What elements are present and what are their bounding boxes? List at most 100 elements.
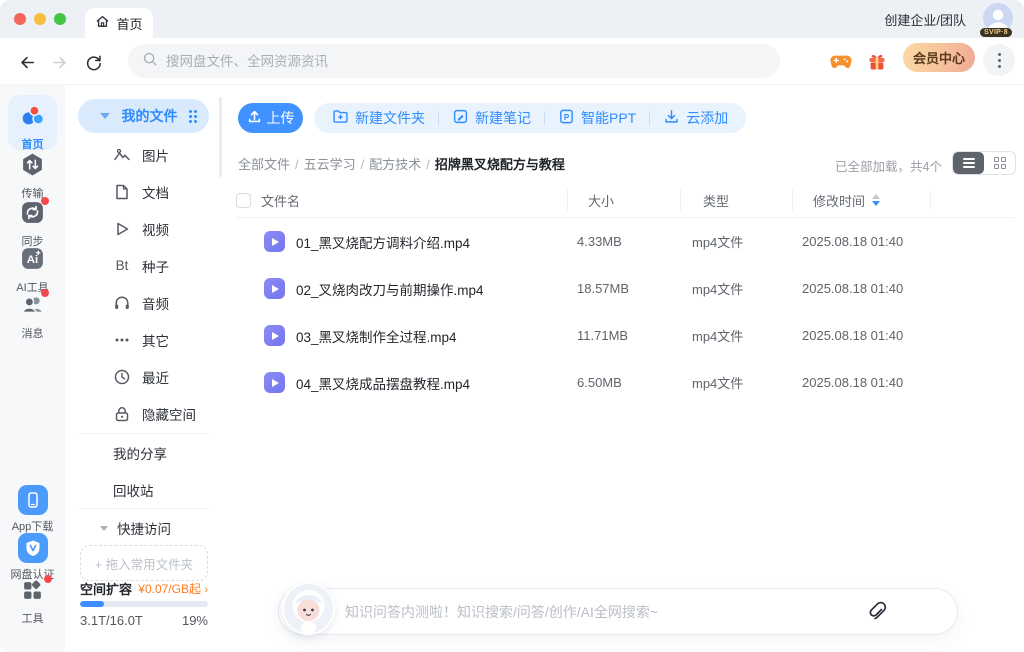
table-row[interactable]: 01_黑叉烧配方调料介绍.mp4 4.33MB mp4文件 2025.08.18… — [236, 218, 1014, 265]
close-window-button[interactable] — [14, 13, 26, 25]
member-center-button[interactable]: 会员中心 — [903, 43, 975, 72]
rail-item-home-label: 首页 — [8, 136, 57, 152]
my-files-header[interactable]: 我的文件 — [78, 99, 209, 133]
ai-chat-bar[interactable] — [278, 588, 958, 635]
column-header-empty — [930, 182, 1014, 218]
sidebar-item-label: 隐藏空间 — [142, 404, 196, 424]
sidebar-item-audio[interactable]: 音频 — [65, 284, 222, 321]
breadcrumb-separator: / — [361, 157, 365, 172]
table-row[interactable]: 03_黑叉烧制作全过程.mp4 11.71MB mp4文件 2025.08.18… — [236, 312, 1014, 359]
sidebar-item-label: 最近 — [142, 367, 169, 387]
column-header-time[interactable]: 修改时间 — [813, 191, 865, 210]
rail-item-home[interactable]: 首页 — [8, 95, 57, 150]
divider — [649, 111, 650, 125]
minimize-window-button[interactable] — [34, 13, 46, 25]
search-input[interactable] — [166, 54, 766, 69]
storage-progress-bar — [80, 601, 208, 607]
breadcrumb-part[interactable]: 全部文件 — [238, 157, 290, 172]
new-folder-button[interactable]: 新建文件夹 — [332, 108, 425, 128]
column-header-type[interactable]: 类型 — [703, 191, 729, 210]
files-sidebar: 我的文件 图片 文档 视频 Bt 种子 音频 — [65, 85, 222, 652]
table-row[interactable]: 02_叉烧肉改刀与前期操作.mp4 18.57MB mp4文件 2025.08.… — [236, 265, 1014, 312]
column-header-size[interactable]: 大小 — [588, 191, 614, 210]
search-bar[interactable] — [128, 44, 780, 78]
new-note-button[interactable]: 新建笔记 — [452, 108, 531, 128]
rail-item-certification[interactable]: 网盘认证 — [0, 533, 65, 582]
new-folder-label: 新建文件夹 — [355, 108, 425, 128]
sidebar-item-label: 文档 — [142, 182, 169, 202]
quick-access-header[interactable]: 快捷访问 — [65, 509, 222, 547]
cloud-add-button[interactable]: 云添加 — [663, 108, 728, 128]
more-menu-icon[interactable] — [983, 44, 1015, 76]
tools-notification-dot — [44, 575, 52, 583]
rail-item-app-download-label: App下载 — [0, 518, 65, 534]
ai-chat-input[interactable] — [345, 604, 907, 620]
refresh-icon[interactable] — [82, 51, 104, 73]
file-name: 04_黑叉烧成品摆盘教程.mp4 — [296, 373, 470, 393]
breadcrumb-part[interactable]: 配方技术 — [369, 157, 421, 172]
my-shares-label: 我的分享 — [113, 443, 167, 463]
cloud-download-icon — [663, 108, 680, 128]
back-icon[interactable] — [16, 51, 38, 73]
sidebar-item-torrents[interactable]: Bt 种子 — [65, 247, 222, 284]
breadcrumb-part[interactable]: 五云学习 — [304, 157, 356, 172]
sidebar-item-videos[interactable]: 视频 — [65, 210, 222, 247]
column-header-name[interactable]: 文件名 — [261, 191, 300, 210]
maximize-window-button[interactable] — [54, 13, 66, 25]
sidebar-item-recent[interactable]: 最近 — [65, 358, 222, 395]
sidebar-item-documents[interactable]: 文档 — [65, 173, 222, 210]
storage-expand-price-link[interactable]: ¥0.07/GB起 › — [138, 580, 208, 597]
list-view-button[interactable] — [953, 152, 984, 174]
grid-view-button[interactable] — [984, 152, 1015, 174]
messages-icon — [20, 292, 45, 322]
bt-icon: Bt — [113, 257, 131, 275]
storage-usage-text: 3.1T/16.0T — [80, 613, 143, 628]
list-view-icon — [963, 158, 975, 168]
recycle-bin-label: 回收站 — [113, 480, 154, 500]
rail-item-sync[interactable]: 同步 — [0, 200, 65, 249]
smart-ppt-button[interactable]: P 智能PPT — [558, 108, 636, 128]
divider — [544, 111, 545, 125]
load-status-text: 已全部加载，共4个 — [835, 156, 942, 175]
navigation-bar: 会员中心 — [0, 38, 1024, 85]
games-icon[interactable] — [830, 51, 852, 73]
netdisk-app-window: 首页 创建企业/团队 SVIP·8 — [0, 0, 1024, 652]
main-content: 上传 新建文件夹 新建笔记 P 智能PPT 云添加 全部文件 / 五云学习 — [222, 85, 1024, 652]
table-row[interactable]: 04_黑叉烧成品摆盘教程.mp4 6.50MB mp4文件 2025.08.18… — [236, 359, 1014, 406]
ppt-doc-icon: P — [558, 108, 575, 128]
rail-item-messages-label: 消息 — [0, 325, 65, 341]
traffic-lights — [14, 13, 66, 25]
create-team-link[interactable]: 创建企业/团队 — [884, 10, 966, 29]
breadcrumb-separator: / — [295, 157, 299, 172]
sidebar-item-pictures[interactable]: 图片 — [65, 136, 222, 173]
rail-item-transfer[interactable]: 传输 — [0, 152, 65, 201]
sort-icon[interactable] — [872, 194, 880, 206]
sidebar-item-hidden-space[interactable]: 隐藏空间 — [65, 395, 222, 432]
folder-drop-zone[interactable]: + 拖入常用文件夹 — [80, 545, 208, 581]
gift-icon[interactable] — [866, 51, 888, 73]
file-table: 文件名 大小 类型 修改时间 01_黑叉烧配方调料介绍.mp4 4.33MB m… — [236, 182, 1014, 406]
tab-home[interactable]: 首页 — [85, 8, 153, 38]
sidebar-item-recycle-bin[interactable]: 回收站 — [65, 471, 222, 508]
chevron-right-icon: › — [204, 584, 208, 596]
file-type: mp4文件 — [680, 326, 792, 345]
rail-item-messages[interactable]: 消息 — [0, 292, 65, 341]
breadcrumb-separator: / — [426, 157, 430, 172]
rail-item-ai-tools[interactable]: Ai AI工具 — [0, 246, 65, 295]
rail-item-tools[interactable]: 工具 — [0, 579, 65, 626]
ai-tools-icon: Ai — [20, 246, 45, 276]
rail-item-app-download[interactable]: App下载 — [0, 485, 65, 534]
my-files-menu-icon[interactable] — [189, 110, 197, 123]
select-all-checkbox[interactable] — [236, 193, 251, 208]
tools-grid-icon — [21, 579, 44, 607]
user-avatar[interactable]: SVIP·8 — [982, 2, 1014, 36]
attachment-paperclip-icon[interactable] — [866, 600, 888, 622]
forward-icon[interactable] — [48, 51, 70, 73]
rail-item-transfer-label: 传输 — [0, 185, 65, 201]
sidebar-item-other[interactable]: 其它 — [65, 321, 222, 358]
storage-percent-text: 19% — [182, 613, 208, 628]
upload-button[interactable]: 上传 — [238, 103, 303, 133]
sidebar-item-my-shares[interactable]: 我的分享 — [65, 434, 222, 471]
quick-access-label: 快捷访问 — [117, 518, 171, 538]
ai-assistant-mascot[interactable] — [282, 582, 335, 635]
